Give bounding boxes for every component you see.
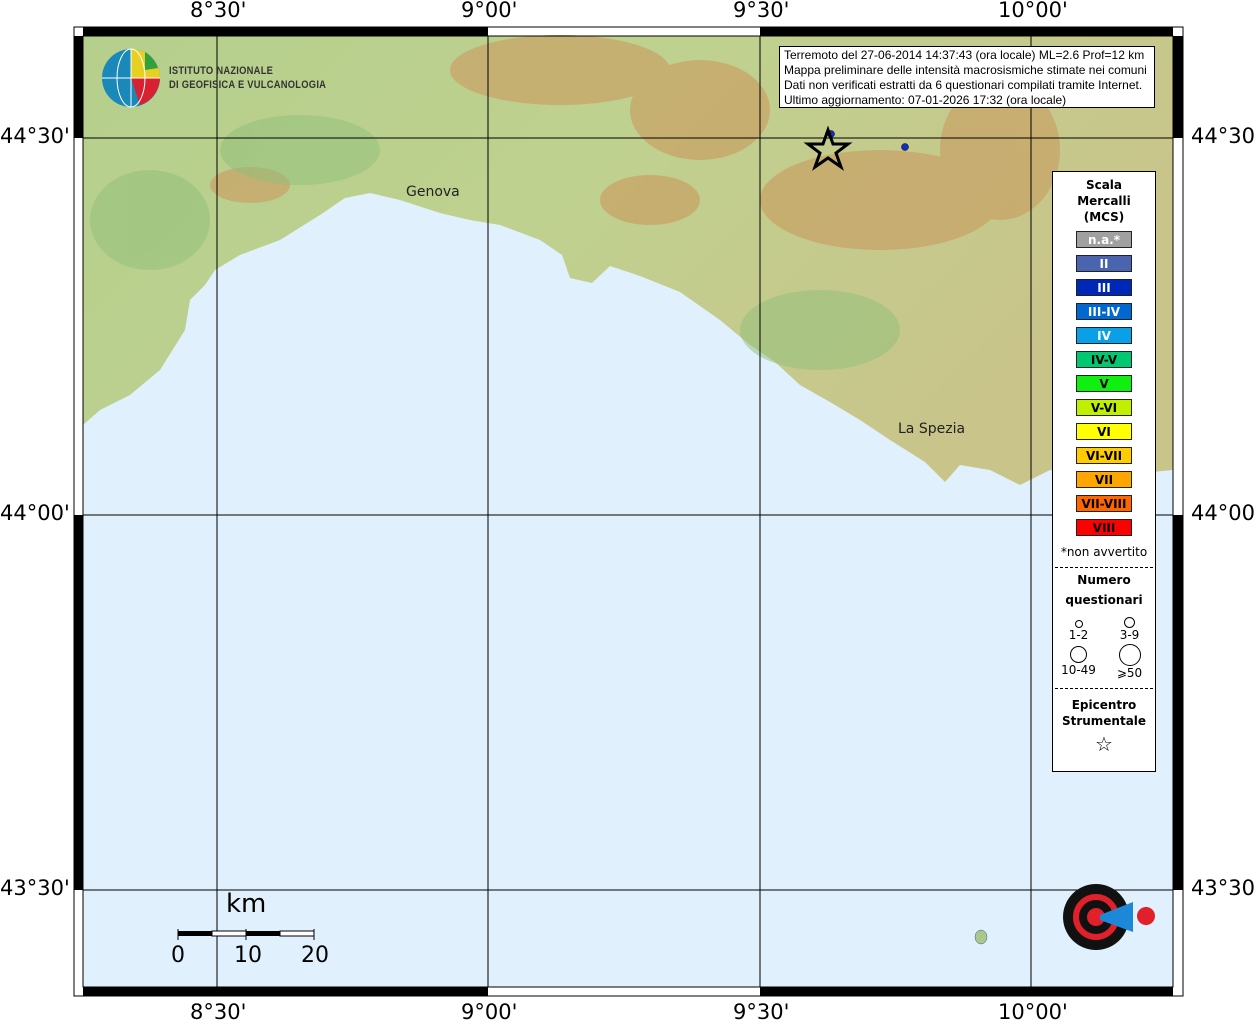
lon-tick-bottom: 9°00' bbox=[461, 1000, 518, 1024]
size-label: 10-49 bbox=[1061, 663, 1096, 677]
divider bbox=[1055, 567, 1153, 568]
lon-tick-bottom: 10°00' bbox=[998, 1000, 1068, 1024]
lat-tick-right: 44°30' bbox=[1191, 124, 1256, 148]
scalebar-label: 0 bbox=[171, 943, 185, 968]
intensity-swatch-vi-vii: VI-VII bbox=[1076, 447, 1132, 464]
lon-tick-bottom: 8°30' bbox=[190, 1000, 247, 1024]
info-line: Dati non verificati estratti da 6 questi… bbox=[784, 78, 1143, 92]
size-label: 3-9 bbox=[1119, 628, 1140, 642]
scalebar-unit: km bbox=[226, 889, 267, 919]
lon-tick-top: 10°00' bbox=[998, 0, 1068, 22]
info-line: Mappa preliminare delle intensità macros… bbox=[784, 63, 1147, 77]
legend-title: Scala Mercalli (MCS) bbox=[1053, 177, 1155, 225]
lat-tick-left: 44°30' bbox=[0, 124, 70, 148]
intensity-legend: Scala Mercalli (MCS) n.a.* II III III-IV IV I… bbox=[1052, 171, 1156, 772]
scalebar-label: 20 bbox=[301, 943, 329, 968]
size-label: 1-2 bbox=[1068, 628, 1089, 642]
city-label-genova: Genova bbox=[406, 184, 460, 200]
intensity-swatch-v: V bbox=[1076, 375, 1132, 392]
event-info-box: Terremoto del 27-06-2014 14:37:43 (ora l… bbox=[779, 46, 1155, 108]
scalebar-label: 10 bbox=[234, 943, 262, 968]
intensity-swatch-n-a-: n.a.* bbox=[1076, 231, 1132, 248]
questionnaire-title: questionari bbox=[1065, 593, 1143, 607]
ingv-globe-logo bbox=[102, 48, 160, 108]
lat-tick-right: 44°00' bbox=[1191, 501, 1256, 525]
size-circle-icon bbox=[1118, 644, 1141, 666]
intensity-swatch-iii-iv: III-IV bbox=[1076, 303, 1132, 320]
size-circle-icon bbox=[1124, 617, 1135, 628]
lat-tick-right: 43°30' bbox=[1191, 876, 1256, 900]
legend-note: *non avvertito bbox=[1060, 545, 1148, 559]
questionnaire-sizes: 1-2 3-9 10-49 ⩾50 bbox=[1053, 616, 1155, 680]
ingv-name-line2: DI GEOFISICA E VULCANOLOGIA bbox=[169, 79, 327, 91]
size-circle-icon bbox=[1070, 646, 1087, 663]
legend-title-line: (MCS) bbox=[1083, 210, 1125, 224]
intensity-swatch-vii: VII bbox=[1076, 471, 1132, 488]
epicenter-title: Strumentale bbox=[1061, 714, 1147, 728]
island bbox=[974, 929, 988, 945]
intensity-swatch-iv-v: IV-V bbox=[1076, 351, 1132, 368]
ingv-name-line1: ISTITUTO NAZIONALE bbox=[169, 65, 274, 77]
intensity-swatch-vi: VI bbox=[1076, 423, 1132, 440]
questionnaire-title: Numero bbox=[1077, 573, 1131, 587]
lat-tick-left: 43°30' bbox=[0, 876, 70, 900]
intensity-swatch-viii: VIII bbox=[1076, 519, 1132, 536]
epicenter-star-icon: ☆ bbox=[1095, 732, 1113, 756]
size-label: ⩾50 bbox=[1116, 666, 1143, 680]
observation-point bbox=[901, 143, 909, 151]
lon-tick-bottom: 9°30' bbox=[733, 1000, 790, 1024]
size-circle-icon bbox=[1074, 620, 1083, 628]
city-label-la-spezia: La Spezia bbox=[898, 421, 966, 437]
intensity-swatch-ii: II bbox=[1076, 255, 1132, 272]
divider bbox=[1055, 688, 1153, 689]
lon-tick-top: 8°30' bbox=[190, 0, 247, 22]
info-line: Ultimo aggiornamento: 07-01-2026 17:32 (… bbox=[784, 93, 1067, 107]
legend-title-line: Mercalli bbox=[1077, 194, 1131, 208]
intensity-swatch-v-vi: V-VI bbox=[1076, 399, 1132, 416]
ingv-logo-text: ISTITUTO NAZIONALE DI GEOFISICA E VULCAN… bbox=[169, 64, 326, 92]
intensity-swatch-iv: IV bbox=[1076, 327, 1132, 344]
epicenter-title: Epicentro bbox=[1071, 698, 1137, 712]
lon-tick-top: 9°00' bbox=[461, 0, 518, 22]
info-line: Terremoto del 27-06-2014 14:37:43 (ora l… bbox=[784, 48, 1145, 62]
lat-tick-left: 44°00' bbox=[0, 501, 70, 525]
intensity-swatch-iii: III bbox=[1076, 279, 1132, 296]
legend-title-line: Scala bbox=[1085, 178, 1123, 192]
intensity-swatch-vii-viii: VII-VIII bbox=[1076, 495, 1132, 512]
lon-tick-top: 9°30' bbox=[733, 0, 790, 22]
intensity-swatches: n.a.* II III III-IV IV IV-V V V-VI VI VI-VII VII VI… bbox=[1053, 231, 1155, 536]
